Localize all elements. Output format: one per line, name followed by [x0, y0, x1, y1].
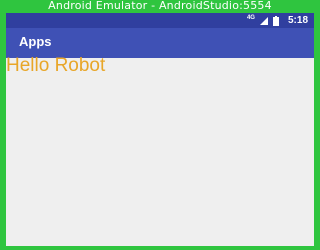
cell-signal-icon [259, 16, 268, 25]
status-bar: 4G 5:18 [6, 13, 314, 28]
hello-text: Hello Robot [6, 55, 106, 76]
main-content: Hello Robot [6, 55, 314, 246]
status-clock: 5:18 [287, 15, 308, 26]
app-bar: Apps [6, 28, 314, 58]
emulator-window: Android Emulator - AndroidStudio:5554 4G… [0, 0, 320, 250]
device-screen: 4G 5:18 Apps Hello Robot [6, 13, 314, 246]
network-type-label: 4G [246, 14, 255, 21]
battery-icon [272, 15, 279, 26]
status-icons: 4G 5:18 [247, 14, 308, 27]
app-title: Apps [19, 34, 52, 49]
window-title: Android Emulator - AndroidStudio:5554 [48, 0, 272, 12]
